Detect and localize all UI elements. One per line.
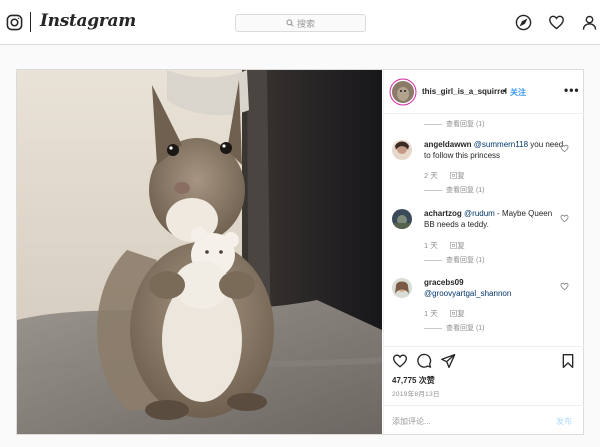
top-navigation-bar: Instagram 搜索 bbox=[0, 0, 600, 45]
post-actions: 47,775 次赞 2019年8月13日 发布 bbox=[384, 346, 584, 434]
comment-like-icon[interactable] bbox=[560, 144, 569, 153]
comment-mention[interactable]: @groovyartgal_shannon bbox=[424, 289, 511, 298]
post-photo[interactable] bbox=[17, 70, 382, 434]
post-comment-button[interactable]: 发布 bbox=[556, 416, 572, 427]
view-replies-button[interactable]: 查看回复 (1) bbox=[424, 255, 485, 265]
comment-text: gracebs09 @groovyartgal_shannon bbox=[424, 277, 564, 299]
reply-button[interactable]: 回复 bbox=[450, 240, 465, 251]
compass-icon[interactable] bbox=[515, 14, 532, 31]
follow-button[interactable]: 关注 bbox=[510, 87, 526, 98]
comment-mention[interactable]: @rudum bbox=[464, 209, 495, 218]
add-comment-input[interactable] bbox=[392, 414, 542, 428]
comment-like-icon[interactable] bbox=[560, 214, 569, 223]
reply-button[interactable]: 回复 bbox=[450, 308, 465, 319]
header-separator: • bbox=[503, 86, 507, 96]
post-sidebar: this_girl_is_a_squirrel • 关注 ••• 查看回复 (1… bbox=[383, 70, 584, 434]
add-comment-bar: 发布 bbox=[384, 405, 584, 435]
instagram-glyph-icon[interactable] bbox=[6, 14, 23, 31]
comment-username[interactable]: gracebs09 bbox=[424, 278, 464, 287]
like-heart-icon[interactable] bbox=[392, 353, 408, 369]
view-replies-label: 查看回复 (1) bbox=[446, 187, 485, 194]
post-card: this_girl_is_a_squirrel • 关注 ••• 查看回复 (1… bbox=[16, 69, 584, 435]
comment-mention[interactable]: @summern118 bbox=[474, 140, 528, 149]
share-paper-plane-icon[interactable] bbox=[440, 353, 456, 369]
view-replies-button[interactable]: 查看回复 (1) bbox=[424, 119, 485, 129]
comment-meta: 2 天 回复 bbox=[424, 170, 465, 181]
view-replies-label: 查看回复 (1) bbox=[446, 121, 485, 128]
commenter-avatar[interactable] bbox=[392, 278, 412, 298]
bookmark-icon[interactable] bbox=[560, 353, 576, 369]
comment-bubble-icon[interactable] bbox=[416, 353, 432, 369]
comment-text: achartzog @rudum - Maybe Queen BB needs … bbox=[424, 208, 564, 230]
comment-age: 1 天 bbox=[424, 241, 438, 250]
reply-dash bbox=[424, 123, 442, 125]
comment-age: 2 天 bbox=[424, 171, 438, 180]
reply-dash bbox=[424, 259, 442, 261]
likes-count[interactable]: 47,775 次赞 bbox=[392, 375, 435, 386]
view-replies-label: 查看回复 (1) bbox=[446, 257, 485, 264]
comment-username[interactable]: angeldawwn bbox=[424, 140, 472, 149]
comment-username[interactable]: achartzog bbox=[424, 209, 462, 218]
reply-dash bbox=[424, 327, 442, 329]
comment-age: 1 天 bbox=[424, 309, 438, 318]
more-options-icon[interactable]: ••• bbox=[564, 83, 580, 97]
search-box[interactable]: 搜索 bbox=[235, 14, 366, 32]
instagram-wordmark[interactable]: Instagram bbox=[40, 11, 136, 31]
view-replies-button[interactable]: 查看回复 (1) bbox=[424, 323, 485, 333]
comments-list: 查看回复 (1) angeldawwn @summern118 you need… bbox=[384, 114, 584, 346]
comment-meta: 1 天 回复 bbox=[424, 240, 465, 251]
post-date: 2019年8月13日 bbox=[392, 391, 440, 398]
comment-text: angeldawwn @summern118 you need to follo… bbox=[424, 139, 564, 161]
reply-button[interactable]: 回复 bbox=[450, 170, 465, 181]
owner-avatar[interactable] bbox=[392, 81, 414, 103]
person-icon[interactable] bbox=[581, 14, 598, 31]
comment-like-icon[interactable] bbox=[560, 282, 569, 291]
reply-dash bbox=[424, 189, 442, 191]
commenter-avatar[interactable] bbox=[392, 140, 412, 160]
commenter-avatar[interactable] bbox=[392, 209, 412, 229]
search-placeholder: 搜索 bbox=[296, 18, 315, 29]
comment-meta: 1 天 回复 bbox=[424, 308, 465, 319]
view-replies-label: 查看回复 (1) bbox=[446, 325, 485, 332]
owner-username[interactable]: this_girl_is_a_squirrel bbox=[422, 87, 507, 96]
view-replies-button[interactable]: 查看回复 (1) bbox=[424, 185, 485, 195]
heart-icon[interactable] bbox=[548, 14, 565, 31]
logo-divider bbox=[30, 12, 31, 32]
post-header: this_girl_is_a_squirrel • 关注 ••• bbox=[384, 70, 584, 114]
search-icon bbox=[286, 19, 294, 27]
